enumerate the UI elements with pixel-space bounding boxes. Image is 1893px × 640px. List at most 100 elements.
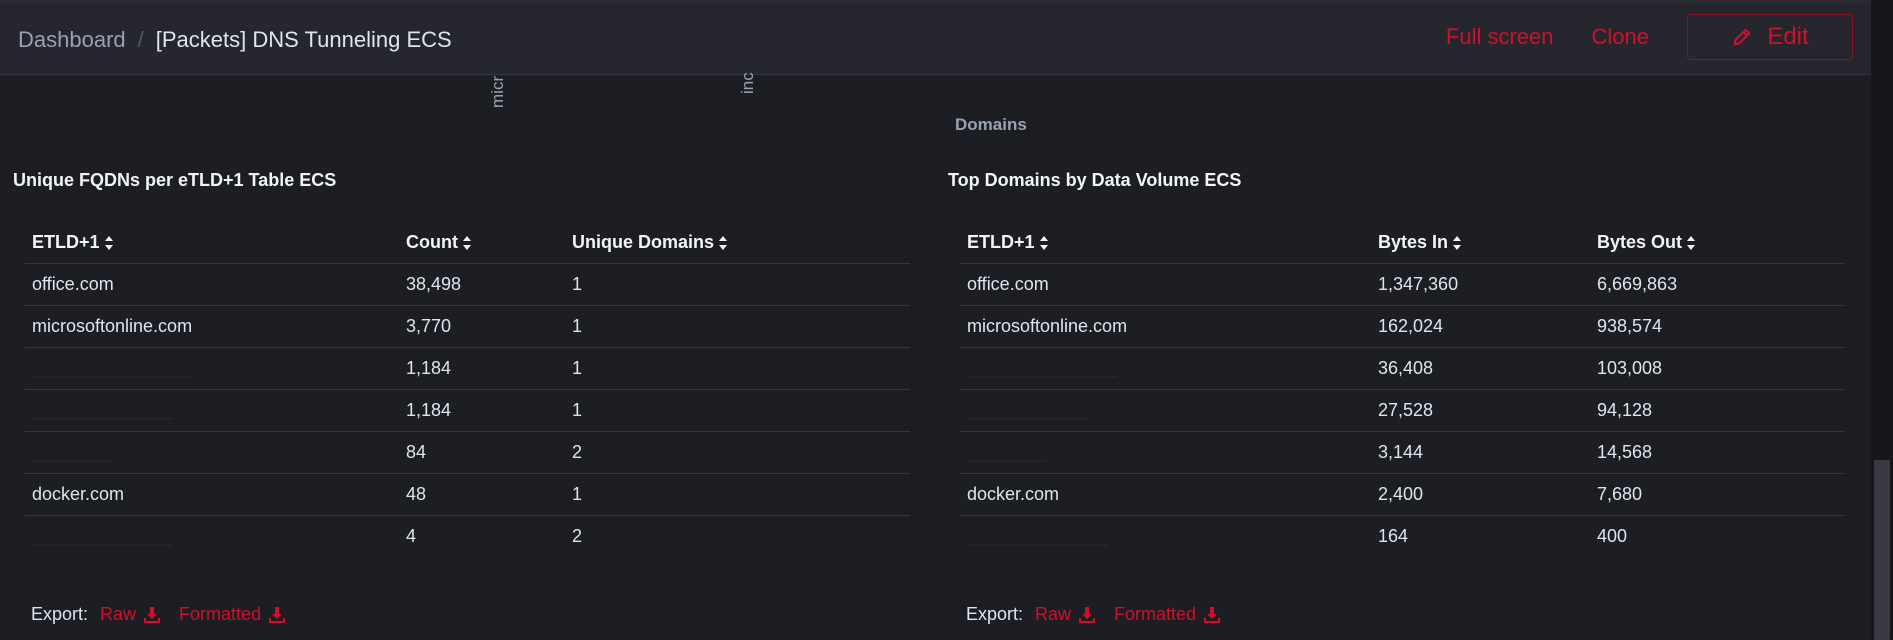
download-icon <box>269 606 286 623</box>
column-header-bytes-out[interactable]: Bytes Out <box>1590 221 1845 264</box>
table-cell: 1,184 <box>399 389 565 432</box>
sort-icon <box>719 235 728 250</box>
chart-axis-label-fragment: inc <box>738 72 757 94</box>
table-row: office.com 38,498 1 <box>25 263 910 306</box>
table-row: microsoftonline.com 3,770 1 <box>25 305 910 348</box>
table-cell: 3,770 <box>399 305 565 348</box>
table-cell: docker.com <box>960 473 1371 516</box>
breadcrumb-separator: / <box>137 27 144 52</box>
vertical-scrollbar[interactable] <box>1871 0 1893 640</box>
unique-fqdns-table: ETLD+1 Count Unique Domains office.com 38… <box>25 221 910 557</box>
right-export-bar: Export: Raw Formatted <box>966 604 1239 625</box>
pencil-icon <box>1733 28 1751 46</box>
table-cell: 6,669,863 <box>1590 263 1845 306</box>
left-export-bar: Export: Raw Formatted <box>31 604 304 625</box>
redacted-cell: ____________ <box>960 389 1371 432</box>
table-cell: 2 <box>572 526 583 546</box>
redacted-cell: ______________ <box>32 526 173 546</box>
redacted-cell: ________ <box>25 431 399 474</box>
table-cell: 94,128 <box>1590 389 1845 432</box>
table-header-row: ETLD+1 Count Unique Domains <box>25 221 910 264</box>
table-cell: 164 <box>1378 526 1409 546</box>
table-cell: 27,528 <box>1371 389 1590 432</box>
scrollbar-thumb[interactable] <box>1874 460 1890 640</box>
table-row: office.com 1,347,360 6,669,863 <box>960 263 1845 306</box>
table-cell: microsoftonline.com <box>25 305 399 348</box>
table-cell: 38,498 <box>399 263 565 306</box>
download-icon <box>1204 606 1221 623</box>
redacted-cell: ________________ <box>25 347 399 390</box>
table-cell: 7,680 <box>1590 473 1845 516</box>
export-raw-link[interactable]: Raw <box>1035 604 1096 625</box>
table-row: ______________ 164 400 <box>960 516 1845 558</box>
redacted-cell: ______________ <box>967 526 1108 546</box>
table-cell: 103,008 <box>1590 347 1845 390</box>
redacted-cell: ______________ <box>25 389 399 432</box>
table-cell: 400 <box>1597 526 1628 546</box>
panel-title: Top Domains by Data Volume ECS <box>948 170 1242 190</box>
top-domains-panel: Top Domains by Data Volume ECS ETLD+1 By… <box>945 170 1855 557</box>
table-row: _______________ 36,408 103,008 <box>960 347 1845 390</box>
sort-icon <box>462 235 471 250</box>
table-row: ______________ 1,184 1 <box>25 389 910 432</box>
table-cell: 1 <box>565 473 910 516</box>
table-row: docker.com 48 1 <box>25 473 910 516</box>
table-row: ________ 84 2 <box>25 431 910 474</box>
unique-fqdns-panel: Unique FQDNs per eTLD+1 Table ECS ETLD+1… <box>10 170 920 557</box>
chart-axis-title: Domains <box>955 115 1027 134</box>
edit-button[interactable]: Edit <box>1687 14 1853 60</box>
table-cell: 48 <box>399 473 565 516</box>
sort-icon <box>1453 235 1462 250</box>
table-row: microsoftonline.com 162,024 938,574 <box>960 305 1845 348</box>
column-header-count[interactable]: Count <box>399 221 565 264</box>
table-row: ________ 3,144 14,568 <box>960 431 1845 474</box>
table-cell: 2 <box>565 431 910 474</box>
sort-icon <box>1687 235 1696 250</box>
panel-title: Unique FQDNs per eTLD+1 Table ECS <box>13 170 337 190</box>
table-cell: 938,574 <box>1590 305 1845 348</box>
table-cell: office.com <box>960 263 1371 306</box>
column-header-etld[interactable]: ETLD+1 <box>25 221 399 264</box>
table-cell: office.com <box>25 263 399 306</box>
column-header-bytes-in[interactable]: Bytes In <box>1371 221 1590 264</box>
breadcrumb: Dashboard / [Packets] DNS Tunneling ECS <box>18 27 452 53</box>
sort-icon <box>104 235 113 250</box>
table-cell: 36,408 <box>1371 347 1590 390</box>
table-cell: 1,347,360 <box>1371 263 1590 306</box>
table-header-row: ETLD+1 Bytes In Bytes Out <box>960 221 1845 264</box>
top-domains-table: ETLD+1 Bytes In Bytes Out office.com 1,34… <box>960 221 1845 557</box>
table-row: docker.com 2,400 7,680 <box>960 473 1845 516</box>
clone-button[interactable]: Clone <box>1592 24 1649 50</box>
export-raw-link[interactable]: Raw <box>100 604 161 625</box>
table-cell: docker.com <box>25 473 399 516</box>
table-cell: 4 <box>406 526 417 546</box>
table-cell: 1 <box>565 305 910 348</box>
table-cell: 1,184 <box>399 347 565 390</box>
table-cell: 3,144 <box>1371 431 1590 474</box>
breadcrumb-dashboard-link[interactable]: Dashboard <box>18 27 126 53</box>
table-cell: 1 <box>565 389 910 432</box>
redacted-cell: _______________ <box>960 347 1371 390</box>
table-cell: 1 <box>565 263 910 306</box>
header-actions: Full screen Clone Edit <box>1446 14 1853 60</box>
dashboard-page: Dashboard / [Packets] DNS Tunneling ECS … <box>0 0 1893 640</box>
column-header-unique-domains[interactable]: Unique Domains <box>565 221 910 264</box>
table-cell: 84 <box>399 431 565 474</box>
table-cell: microsoftonline.com <box>960 305 1371 348</box>
top-nav-bar: Dashboard / [Packets] DNS Tunneling ECS … <box>0 0 1871 75</box>
table-row: ______________ 4 2 <box>25 516 910 558</box>
table-row: ____________ 27,528 94,128 <box>960 389 1845 432</box>
download-icon <box>144 606 161 623</box>
full-screen-button[interactable]: Full screen <box>1446 24 1554 50</box>
export-label: Export: <box>966 604 1024 624</box>
table-row: ________________ 1,184 1 <box>25 347 910 390</box>
download-icon <box>1079 606 1096 623</box>
column-header-etld[interactable]: ETLD+1 <box>960 221 1371 264</box>
export-formatted-link[interactable]: Formatted <box>1114 604 1221 625</box>
table-cell: 14,568 <box>1590 431 1845 474</box>
export-formatted-link[interactable]: Formatted <box>179 604 286 625</box>
export-label: Export: <box>31 604 89 624</box>
table-cell: 1 <box>565 347 910 390</box>
sort-icon <box>1039 235 1048 250</box>
table-cell: 2,400 <box>1371 473 1590 516</box>
